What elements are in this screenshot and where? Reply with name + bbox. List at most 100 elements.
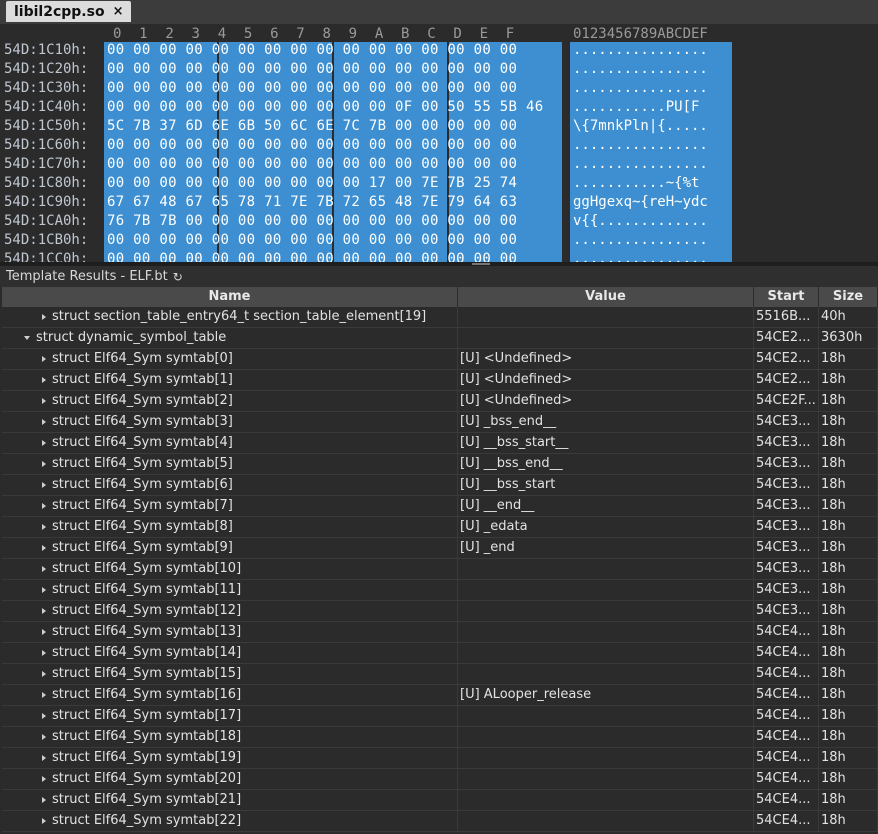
hex-row-ascii[interactable]: ................ <box>573 251 708 262</box>
hex-row-ascii[interactable]: ...........PU[F <box>573 99 699 115</box>
hex-row-bytes[interactable]: 00 00 00 00 00 00 00 00 00 00 00 00 00 0… <box>107 61 517 77</box>
table-row[interactable]: struct Elf64_Sym symtab[13] 54CE4... 18h <box>2 622 878 643</box>
table-row[interactable]: struct Elf64_Sym symtab[11] 54CE3... 18h <box>2 580 878 601</box>
expand-right-icon[interactable] <box>42 314 46 320</box>
expand-right-icon[interactable] <box>42 797 46 803</box>
cell-value: [U] <Undefined> <box>458 349 754 369</box>
table-row[interactable]: struct Elf64_Sym symtab[18] 54CE4... 18h <box>2 727 878 748</box>
hex-editor[interactable]: 0 1 2 3 4 5 6 7 8 9 A B C D E F 01234567… <box>0 24 878 262</box>
table-row[interactable]: struct Elf64_Sym symtab[19] 54CE4... 18h <box>2 748 878 769</box>
hex-row-bytes[interactable]: 00 00 00 00 00 00 00 00 00 00 00 00 00 0… <box>107 80 517 96</box>
table-row[interactable]: struct Elf64_Sym symtab[3] [U] _bss_end__… <box>2 412 878 433</box>
expand-right-icon[interactable] <box>42 524 46 530</box>
cell-name: struct Elf64_Sym symtab[2] <box>2 391 458 411</box>
table-row[interactable]: struct Elf64_Sym symtab[17] 54CE4... 18h <box>2 706 878 727</box>
table-body: struct section_table_entry64_t section_t… <box>2 307 878 832</box>
cell-size: 18h <box>819 601 878 621</box>
close-icon[interactable]: × <box>113 4 124 19</box>
expand-right-icon[interactable] <box>42 734 46 740</box>
cell-name: struct Elf64_Sym symtab[13] <box>2 622 458 642</box>
expand-right-icon[interactable] <box>42 671 46 677</box>
table-row[interactable]: struct section_table_entry64_t section_t… <box>2 307 878 328</box>
hex-row-bytes[interactable]: 00 00 00 00 00 00 00 00 00 00 00 00 00 0… <box>107 156 517 172</box>
splitter-grip[interactable] <box>472 263 490 265</box>
expand-right-icon[interactable] <box>42 818 46 824</box>
expand-right-icon[interactable] <box>42 713 46 719</box>
table-row[interactable]: struct Elf64_Sym symtab[4] [U] __bss_star… <box>2 433 878 454</box>
column-header-size[interactable]: Size <box>819 287 878 307</box>
table-row[interactable]: struct Elf64_Sym symtab[8] [U] _edata 54CE… <box>2 517 878 538</box>
cell-name: struct dynamic_symbol_table <box>2 328 458 348</box>
hex-row-bytes[interactable]: 00 00 00 00 00 00 00 00 00 00 00 00 00 0… <box>107 42 517 58</box>
table-row[interactable]: struct Elf64_Sym symtab[15] 54CE4... 18h <box>2 664 878 685</box>
hex-row-bytes[interactable]: 00 00 00 00 00 00 00 00 00 00 00 0F 00 5… <box>107 99 543 115</box>
hex-row-bytes[interactable]: 5C 7B 37 6D 6E 6B 50 6C 6E 7C 7B 00 00 0… <box>107 118 517 134</box>
table-row[interactable]: struct Elf64_Sym symtab[20] 54CE4... 18h <box>2 769 878 790</box>
expand-right-icon[interactable] <box>42 587 46 593</box>
cell-value: [U] _edata <box>458 517 754 537</box>
expand-right-icon[interactable] <box>42 503 46 509</box>
expand-right-icon[interactable] <box>42 419 46 425</box>
hex-row-ascii[interactable]: v{{............. <box>573 213 708 229</box>
table-row[interactable]: struct Elf64_Sym symtab[1] [U] <Undefined… <box>2 370 878 391</box>
cell-value <box>458 769 754 789</box>
hex-row-ascii[interactable]: ................ <box>573 61 708 77</box>
expand-right-icon[interactable] <box>42 545 46 551</box>
table-row[interactable]: struct Elf64_Sym symtab[22] 54CE4... 18h <box>2 811 878 832</box>
cell-name: struct Elf64_Sym symtab[5] <box>2 454 458 474</box>
cell-start: 54CE4... <box>754 622 819 642</box>
column-header-start[interactable]: Start <box>754 287 819 307</box>
row-name-text: struct Elf64_Sym symtab[9] <box>52 540 233 555</box>
table-row[interactable]: struct Elf64_Sym symtab[5] [U] __bss_end_… <box>2 454 878 475</box>
hex-row-ascii[interactable]: ...........~{%t <box>573 175 699 191</box>
cell-value: [U] <Undefined> <box>458 391 754 411</box>
table-row[interactable]: struct dynamic_symbol_table 54CE2... 3630h <box>2 328 878 349</box>
hex-row-bytes[interactable]: 00 00 00 00 00 00 00 00 00 00 00 00 00 0… <box>107 251 517 262</box>
table-row[interactable]: struct Elf64_Sym symtab[0] [U] <Undefined… <box>2 349 878 370</box>
hex-row-bytes[interactable]: 00 00 00 00 00 00 00 00 00 00 00 00 00 0… <box>107 232 517 248</box>
hex-row-ascii[interactable]: ................ <box>573 42 708 58</box>
refresh-icon[interactable]: ↻ <box>173 270 183 284</box>
hex-row-ascii[interactable]: ................ <box>573 156 708 172</box>
expand-down-icon[interactable] <box>24 336 30 340</box>
table-row[interactable]: struct Elf64_Sym symtab[21] 54CE4... 18h <box>2 790 878 811</box>
cell-name: struct Elf64_Sym symtab[0] <box>2 349 458 369</box>
expand-right-icon[interactable] <box>42 566 46 572</box>
column-header-value[interactable]: Value <box>458 287 754 307</box>
hex-row-ascii[interactable]: ................ <box>573 80 708 96</box>
hex-row-bytes[interactable]: 00 00 00 00 00 00 00 00 00 00 00 00 00 0… <box>107 137 517 153</box>
expand-right-icon[interactable] <box>42 398 46 404</box>
file-tab[interactable]: libil2cpp.so × <box>6 1 132 22</box>
expand-right-icon[interactable] <box>42 776 46 782</box>
hex-column-header: 0 1 2 3 4 5 6 7 8 9 A B C D E F <box>113 26 515 42</box>
expand-right-icon[interactable] <box>42 608 46 614</box>
table-row[interactable]: struct Elf64_Sym symtab[9] [U] _end 54CE3.… <box>2 538 878 559</box>
expand-right-icon[interactable] <box>42 692 46 698</box>
table-row[interactable]: struct Elf64_Sym symtab[12] 54CE3... 18h <box>2 601 878 622</box>
table-row[interactable]: struct Elf64_Sym symtab[14] 54CE4... 18h <box>2 643 878 664</box>
hex-row-bytes[interactable]: 76 7B 7B 00 00 00 00 00 00 00 00 00 00 0… <box>107 213 517 229</box>
hex-row-ascii[interactable]: \{7mnkPln|{..... <box>573 118 708 134</box>
table-row[interactable]: struct Elf64_Sym symtab[2] [U] <Undefined… <box>2 391 878 412</box>
table-row[interactable]: struct Elf64_Sym symtab[10] 54CE3... 18h <box>2 559 878 580</box>
expand-right-icon[interactable] <box>42 650 46 656</box>
expand-right-icon[interactable] <box>42 377 46 383</box>
hex-row-address: 54D:1CB0h: <box>4 232 89 248</box>
hex-row-ascii[interactable]: ggHgexq~{reH~ydc <box>573 194 708 210</box>
cell-start: 54CE2F... <box>754 391 819 411</box>
expand-right-icon[interactable] <box>42 440 46 446</box>
column-header-name[interactable]: Name <box>2 287 458 307</box>
table-row[interactable]: struct Elf64_Sym symtab[7] [U] __end__ 54C… <box>2 496 878 517</box>
expand-right-icon[interactable] <box>42 629 46 635</box>
expand-right-icon[interactable] <box>42 482 46 488</box>
table-row[interactable]: struct Elf64_Sym symtab[16] [U] ALooper_r… <box>2 685 878 706</box>
expand-right-icon[interactable] <box>42 356 46 362</box>
cell-value <box>458 328 754 348</box>
expand-right-icon[interactable] <box>42 461 46 467</box>
hex-row-ascii[interactable]: ................ <box>573 137 708 153</box>
hex-row-bytes[interactable]: 67 67 48 67 65 78 71 7E 7B 72 65 48 7E 7… <box>107 194 517 210</box>
expand-right-icon[interactable] <box>42 755 46 761</box>
table-row[interactable]: struct Elf64_Sym symtab[6] [U] __bss_star… <box>2 475 878 496</box>
hex-row-ascii[interactable]: ................ <box>573 232 708 248</box>
hex-row-bytes[interactable]: 00 00 00 00 00 00 00 00 00 00 17 00 7E 7… <box>107 175 517 191</box>
